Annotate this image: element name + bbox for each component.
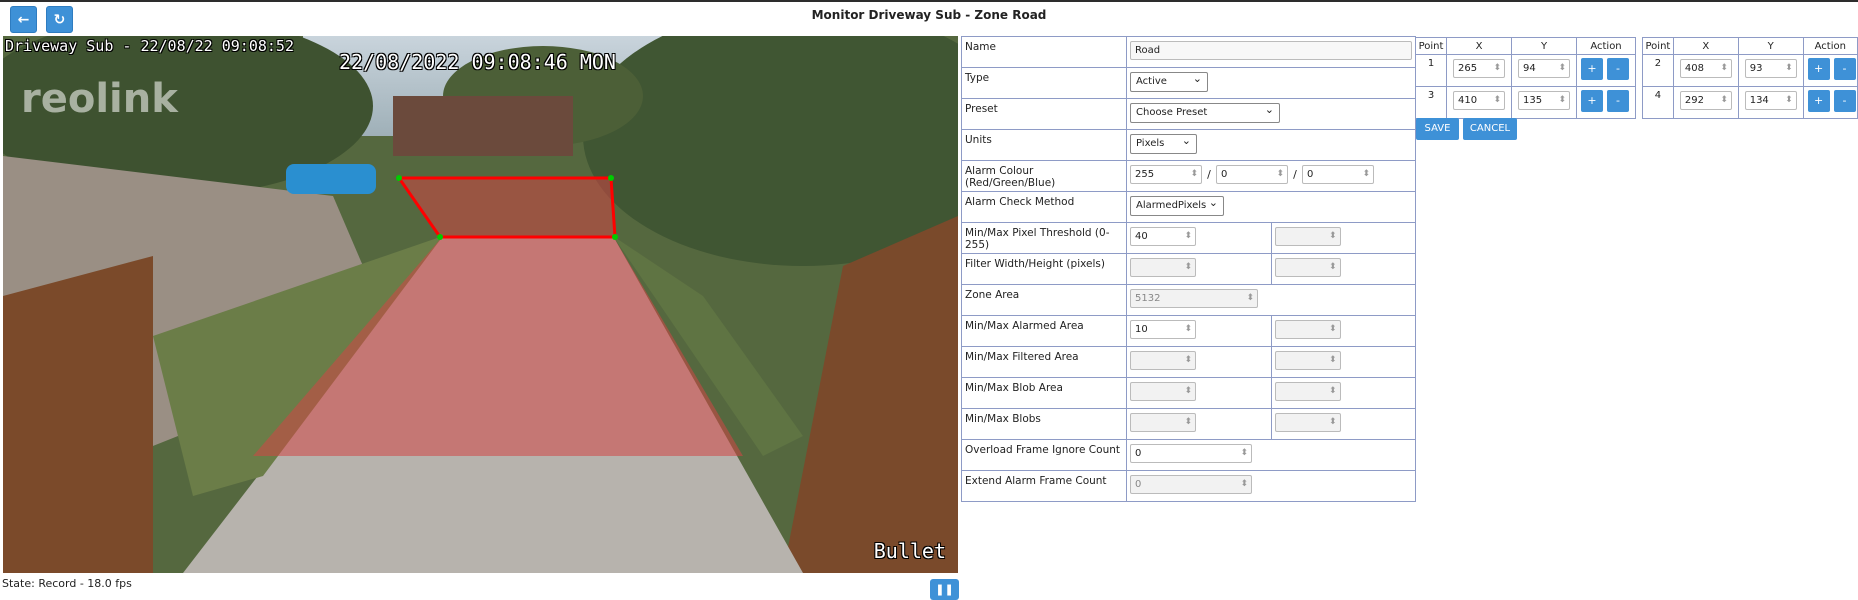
units-label: Units [961, 129, 1127, 161]
alarmed-area-max-input[interactable] [1274, 320, 1341, 339]
zone-point-4 [437, 234, 443, 240]
zone-settings-table: Name Road Type Active Preset Choose Pres… [961, 36, 1416, 502]
remove-point-button[interactable]: - [1607, 58, 1629, 80]
point-number: 1 [1415, 54, 1447, 87]
check-method-label: Alarm Check Method [961, 191, 1127, 223]
action-header: Action [1802, 37, 1858, 55]
extend-label: Extend Alarm Frame Count [961, 470, 1127, 502]
point-number: 4 [1642, 86, 1674, 119]
page-title: Monitor Driveway Sub - Zone Road [811, 8, 1047, 22]
remove-point-button[interactable]: - [1833, 58, 1856, 80]
blobs-max-input[interactable] [1274, 413, 1341, 432]
alarm-green-input[interactable]: 0 [1216, 165, 1288, 184]
point-x-input[interactable]: 265 [1453, 59, 1505, 78]
filtered-area-label: Min/Max Filtered Area [961, 346, 1127, 378]
point-x-input[interactable]: 408 [1679, 59, 1732, 78]
alarmed-area-label: Min/Max Alarmed Area [961, 315, 1127, 347]
colour-separator: / [1293, 168, 1297, 181]
x-header: X [1672, 37, 1739, 55]
filter-width-input[interactable] [1130, 258, 1196, 277]
point-y-input[interactable]: 134 [1744, 91, 1797, 110]
action-header: Action [1576, 37, 1636, 55]
add-point-button[interactable]: + [1807, 58, 1830, 80]
table-row: 1 265 94 +- [1415, 54, 1636, 87]
point-header: Point [1415, 37, 1447, 55]
name-input[interactable]: Road [1130, 41, 1412, 60]
reolink-logo-watermark: reolink [21, 76, 178, 122]
point-number: 2 [1642, 54, 1674, 87]
point-x-input[interactable]: 410 [1453, 91, 1505, 110]
blobs-label: Min/Max Blobs [961, 408, 1127, 440]
overload-input[interactable]: 0 [1130, 444, 1252, 463]
remove-point-button[interactable]: - [1607, 90, 1629, 112]
point-number: 3 [1415, 86, 1447, 119]
cancel-button[interactable]: CANCEL [1463, 118, 1517, 140]
point-y-input[interactable]: 94 [1518, 59, 1570, 78]
monitor-status: State: Record - 18.0 fps [2, 577, 132, 590]
preset-label: Preset [961, 98, 1127, 130]
pixel-threshold-max-input[interactable] [1274, 227, 1341, 246]
type-select[interactable]: Active [1130, 70, 1208, 92]
zone-area-input[interactable]: 5132 [1130, 289, 1258, 308]
pause-icon: ❚❚ [935, 583, 954, 596]
camera-view[interactable]: Driveway Sub - 22/08/22 09:08:52 22/08/2… [3, 36, 958, 573]
table-row: 4 292 134 +- [1642, 86, 1858, 119]
zone-area-label: Zone Area [961, 284, 1127, 316]
name-label: Name [961, 36, 1127, 68]
filter-height-input[interactable] [1274, 258, 1341, 277]
top-border [0, 0, 1858, 2]
pixel-threshold-label: Min/Max Pixel Threshold (0-255) [961, 222, 1127, 254]
add-point-button[interactable]: + [1807, 90, 1830, 112]
osd-camera-model: Bullet [873, 539, 946, 563]
units-select[interactable]: Pixels [1130, 132, 1197, 154]
pixel-threshold-min-input[interactable]: 40 [1130, 227, 1196, 246]
point-x-input[interactable]: 292 [1679, 91, 1732, 110]
table-row: 3 410 135 +- [1415, 86, 1636, 119]
remove-point-button[interactable]: - [1833, 90, 1856, 112]
points-table-left: Point X Y Action 1 265 94 +- 3 410 135 +… [1415, 37, 1636, 119]
table-row: 2 408 93 +- [1642, 54, 1858, 87]
alarm-colour-label: Alarm Colour (Red/Green/Blue) [961, 160, 1127, 192]
blob-area-min-input[interactable] [1130, 382, 1196, 401]
osd-camera-label: Driveway Sub - 22/08/22 09:08:52 [5, 37, 294, 55]
points-table-right: Point X Y Action 2 408 93 +- 4 292 134 +… [1642, 37, 1858, 119]
osd-timestamp: 22/08/2022 09:08:46 MON [339, 50, 616, 74]
add-point-button[interactable]: + [1581, 90, 1603, 112]
preset-select[interactable]: Choose Preset [1130, 101, 1280, 123]
add-point-button[interactable]: + [1581, 58, 1603, 80]
save-button[interactable]: SAVE [1416, 118, 1459, 140]
y-header: Y [1511, 37, 1577, 55]
filtered-area-max-input[interactable] [1274, 351, 1341, 370]
zone-point-3 [612, 234, 618, 240]
type-label: Type [961, 67, 1127, 99]
filter-label: Filter Width/Height (pixels) [961, 253, 1127, 285]
point-y-input[interactable]: 135 [1518, 91, 1570, 110]
filtered-area-min-input[interactable] [1130, 351, 1196, 370]
pause-button[interactable]: ❚❚ [930, 579, 959, 600]
y-header: Y [1737, 37, 1804, 55]
alarm-blue-input[interactable]: 0 [1302, 165, 1374, 184]
point-header: Point [1642, 37, 1674, 55]
blob-area-label: Min/Max Blob Area [961, 377, 1127, 409]
alarmed-area-min-input[interactable]: 10 [1130, 320, 1196, 339]
zone-point-2 [608, 175, 614, 181]
blobs-min-input[interactable] [1130, 413, 1196, 432]
check-method-select[interactable]: AlarmedPixels [1130, 194, 1224, 216]
point-y-input[interactable]: 93 [1744, 59, 1797, 78]
blob-area-max-input[interactable] [1274, 382, 1341, 401]
colour-separator: / [1207, 168, 1211, 181]
extend-input[interactable]: 0 [1130, 475, 1252, 494]
zone-point-1 [396, 175, 402, 181]
x-header: X [1446, 37, 1512, 55]
alarm-red-input[interactable]: 255 [1130, 165, 1202, 184]
overload-label: Overload Frame Ignore Count [961, 439, 1127, 471]
